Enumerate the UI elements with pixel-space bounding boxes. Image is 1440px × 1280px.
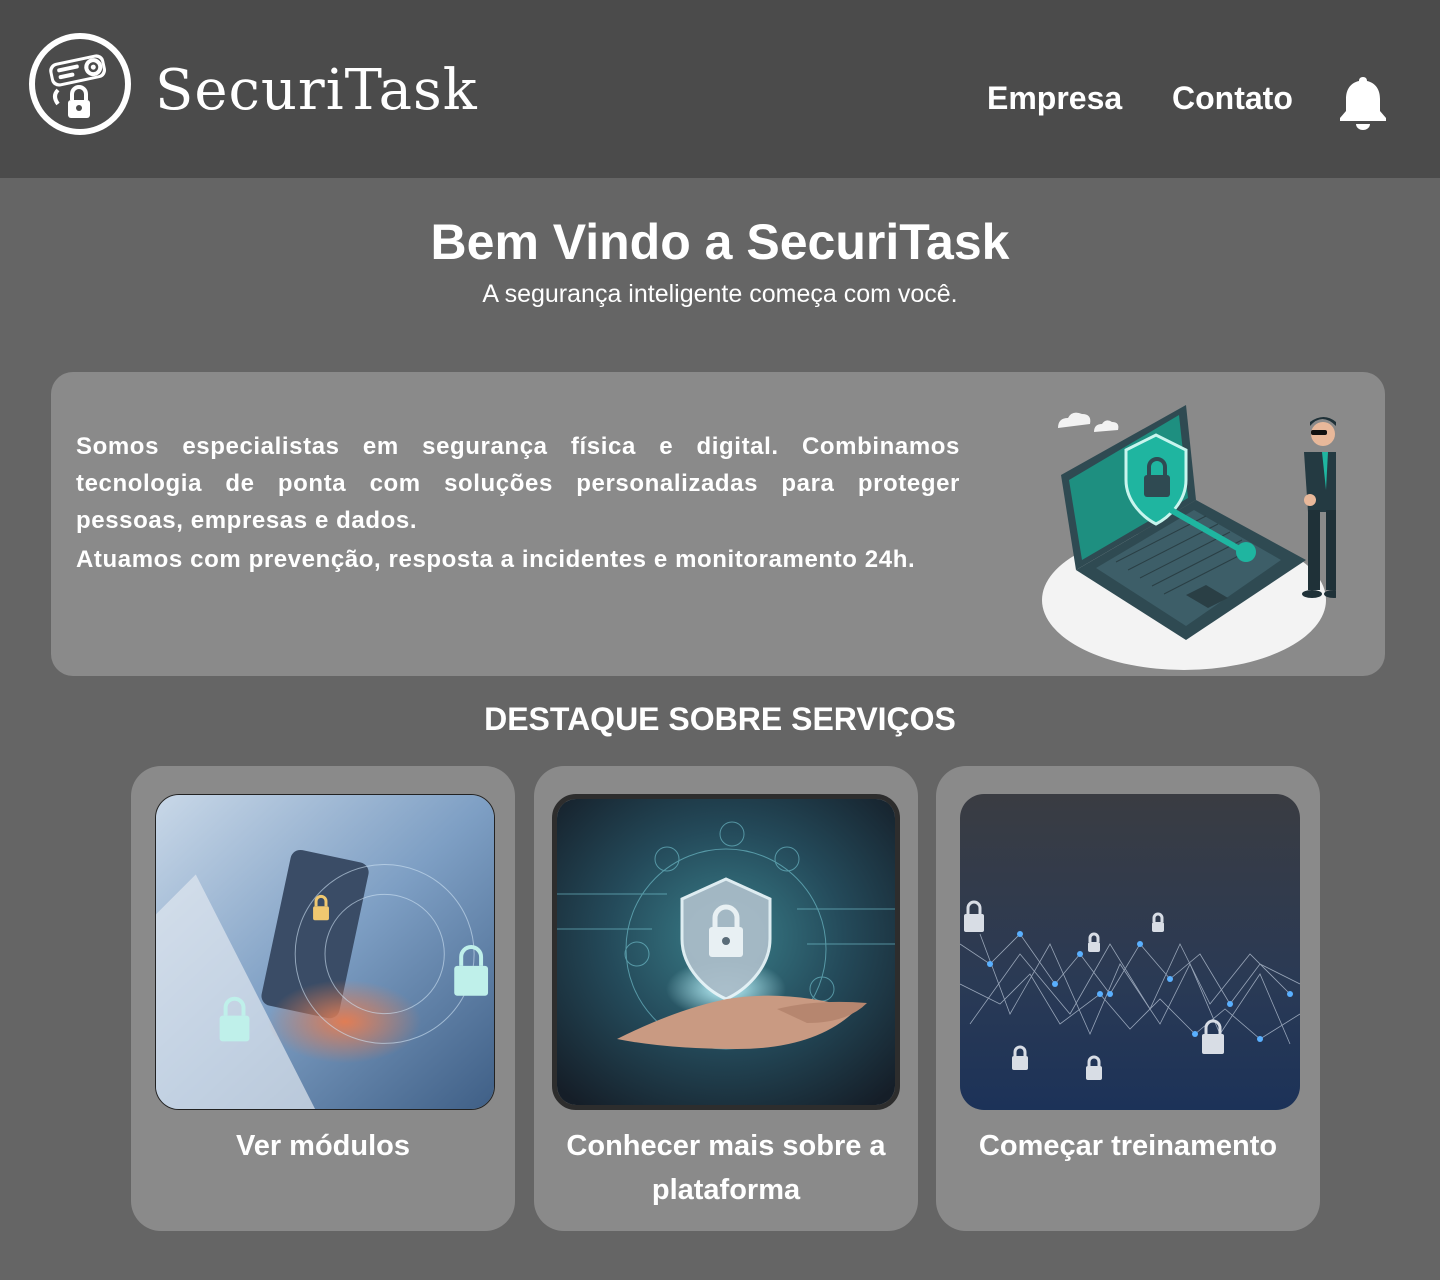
service-card-modules[interactable]: Ver módulos [131,766,515,1231]
bell-icon[interactable] [1338,74,1388,130]
service-image-shield-hand [552,794,900,1110]
page-title: Bem Vindo a SecuriTask [430,214,1010,270]
service-card-label[interactable]: Começar treinamento [936,1124,1320,1168]
service-card-label[interactable]: Ver módulos [131,1124,515,1168]
service-image-network-locks [960,794,1300,1110]
security-laptop-illustration [1036,390,1354,670]
nav-link-empresa[interactable]: Empresa [987,78,1122,118]
service-card-label[interactable]: Conhecer mais sobre a plataforma [534,1124,918,1212]
services-section-title: DESTAQUE SOBRE SERVIÇOS [484,701,956,737]
service-card-platform[interactable]: Conhecer mais sobre a plataforma [534,766,918,1231]
service-card-training[interactable]: Começar treinamento [936,766,1320,1231]
service-image-phone-lock [155,794,495,1110]
nav-link-contato[interactable]: Contato [1172,78,1293,118]
about-paragraph: Atuamos com prevenção, resposta a incide… [76,546,916,573]
site-header: SecuriTask Empresa Contato [0,0,1440,178]
brand-name[interactable]: SecuriTask [155,56,478,126]
about-paragraph: Somos especialistas em segurança física … [76,433,960,534]
camera-lock-icon[interactable] [28,32,132,136]
about-card: Somos especialistas em segurança física … [51,372,1385,676]
page-subtitle: A segurança inteligente começa com você. [482,280,958,308]
about-text: Somos especialistas em segurança física … [76,428,960,578]
